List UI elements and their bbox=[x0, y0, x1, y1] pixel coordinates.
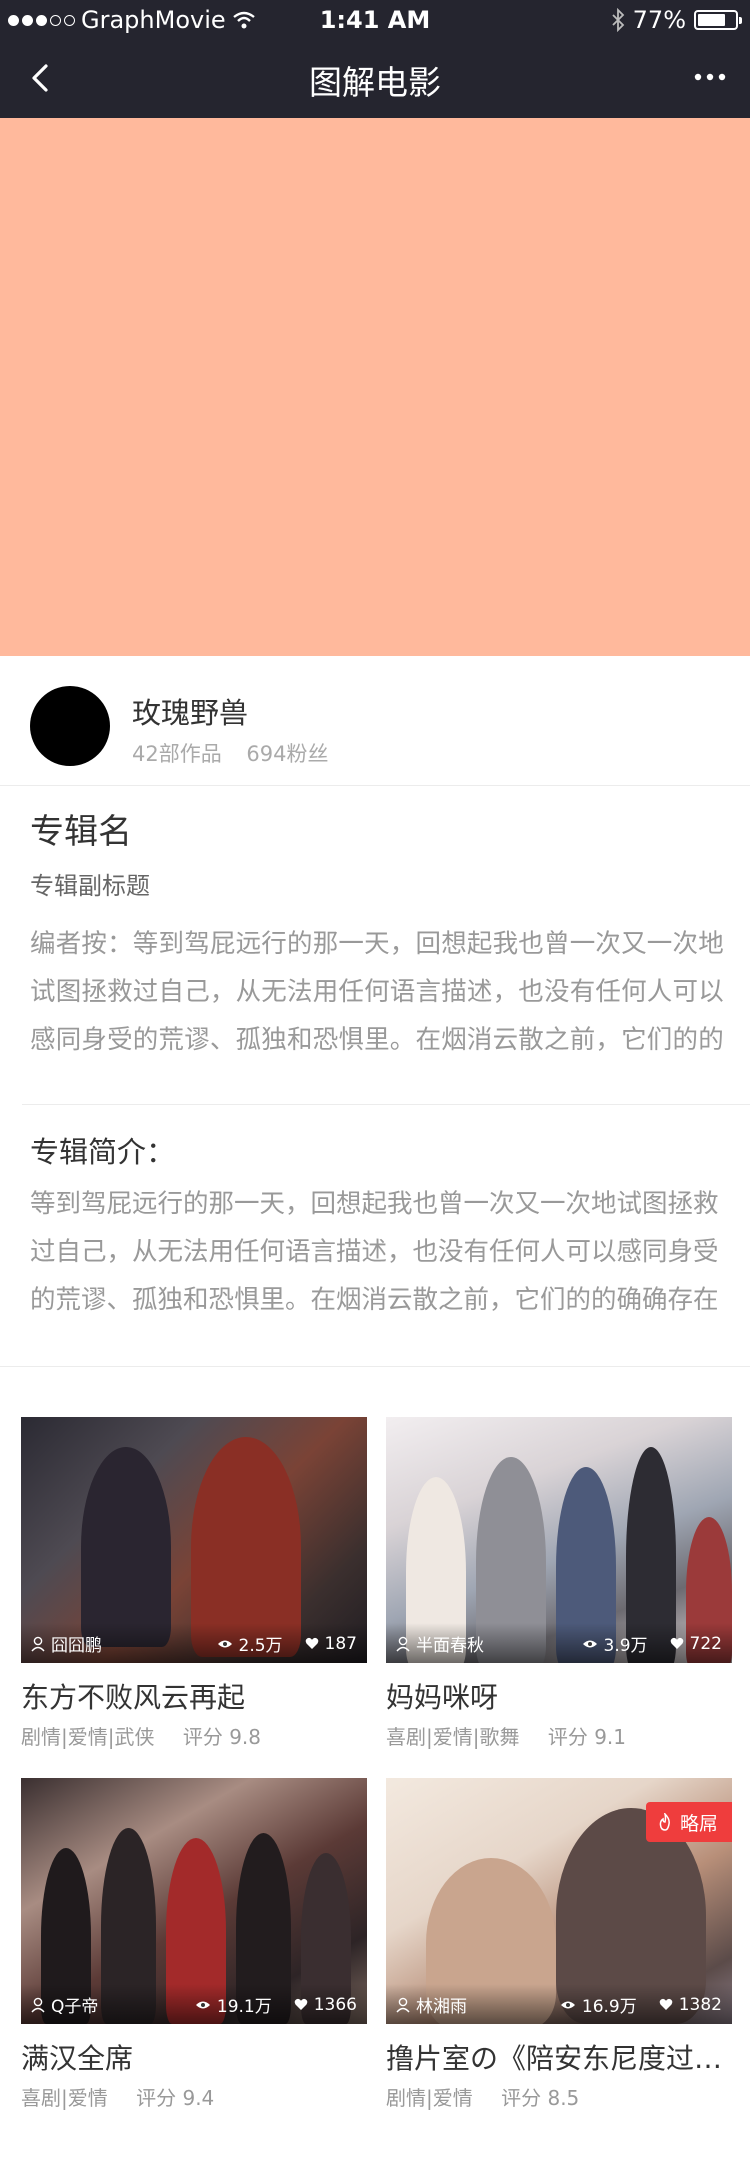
movie-title[interactable]: 满汉全席 bbox=[21, 2040, 367, 2078]
movie-score: 评分 9.1 bbox=[547, 1725, 627, 1749]
eye-icon bbox=[195, 2001, 210, 2008]
flame-icon bbox=[659, 1813, 670, 1831]
author-works-count: 42部作品 bbox=[132, 742, 222, 766]
poster-author-name: Q子帝 bbox=[51, 1997, 99, 2017]
poster-author: 林湘雨 bbox=[396, 1992, 467, 2017]
heart-icon bbox=[659, 1998, 673, 2010]
author-row[interactable]: 玫瑰野兽 42部作品 694粉丝 bbox=[0, 656, 750, 786]
poster-author-name: 林湘雨 bbox=[416, 1997, 467, 2017]
avatar[interactable] bbox=[30, 686, 110, 766]
poster-author: Q子帝 bbox=[31, 1992, 98, 2017]
author-name[interactable]: 玫瑰野兽 bbox=[132, 690, 248, 732]
movie-score: 评分 9.4 bbox=[136, 2086, 215, 2110]
album-intro: 专辑简介： 等到驾屁远行的那一天，回想起我也曾一次又一次地试图拯救过自己，从无法… bbox=[30, 1132, 730, 1324]
bluetooth-icon bbox=[612, 8, 624, 32]
movie-meta: 喜剧|爱情|歌舞 评分 9.1 bbox=[386, 1723, 732, 1751]
heart-icon bbox=[670, 1637, 683, 1649]
view-count: 3.9万 bbox=[603, 1636, 648, 1656]
album-intro-heading: 专辑简介： bbox=[30, 1135, 176, 1169]
divider bbox=[0, 1366, 750, 1367]
movie-meta: 喜剧|爱情 评分 9.4 bbox=[21, 2084, 367, 2112]
movie-title[interactable]: 东方不败风云再起 bbox=[21, 1679, 367, 1717]
eye-icon bbox=[582, 1640, 597, 1647]
author-meta: 42部作品 694粉丝 bbox=[132, 738, 347, 768]
badge-label: 略屌 bbox=[679, 1812, 718, 1835]
hot-badge: 略屌 bbox=[645, 1802, 732, 1842]
page-title: 图解电影 bbox=[309, 63, 441, 102]
movie-tags: 剧情|爱情 bbox=[386, 2086, 473, 2110]
movie-poster[interactable]: Q子帝 19.1万 1366 bbox=[21, 1778, 367, 2024]
album-intro-text: 等到驾屁远行的那一天，回想起我也曾一次又一次地试图拯救过自己，从无法用任何语言描… bbox=[30, 1189, 719, 1315]
status-bar: GraphMovie 1:41 AM 77% bbox=[0, 0, 750, 40]
movie-card[interactable]: Q子帝 19.1万 1366 满汉全席 喜剧|爱情 评分 9.4 bbox=[21, 1778, 367, 2112]
poster-author: 囧囧鹏 bbox=[31, 1631, 102, 1656]
movie-tags: 喜剧|爱情 bbox=[21, 2086, 108, 2110]
album-cover-image bbox=[0, 118, 750, 656]
user-icon bbox=[31, 1997, 45, 2012]
editor-note: 编者按：等到驾屁远行的那一天，回想起我也曾一次又一次地试图拯救过自己，从无法用任… bbox=[30, 929, 724, 1055]
battery-icon bbox=[694, 10, 742, 30]
movie-card[interactable]: 囧囧鹏 2.5万 187 东方不败风云再起 剧情|爱情|武侠 评分 9.8 bbox=[21, 1417, 367, 1751]
poster-stats: 2.5万 187 bbox=[217, 1631, 357, 1656]
movie-title[interactable]: 撸片室の《陪安东尼度过漫长岁月》 bbox=[386, 2040, 732, 2078]
movie-tags: 喜剧|爱情|歌舞 bbox=[386, 1725, 520, 1749]
movie-poster[interactable]: 略屌 林湘雨 16.9万 1382 bbox=[386, 1778, 732, 2024]
like-count: 1366 bbox=[313, 1994, 357, 2015]
poster-author: 半面春秋 bbox=[396, 1631, 484, 1656]
movie-score: 评分 9.8 bbox=[182, 1725, 262, 1749]
battery-percent: 77% bbox=[632, 6, 686, 34]
view-count: 19.1万 bbox=[216, 1997, 272, 2017]
album-name: 专辑名 bbox=[30, 812, 132, 852]
poster-stats: 16.9万 1382 bbox=[560, 1992, 722, 2017]
heart-icon bbox=[294, 1998, 308, 2010]
view-count: 2.5万 bbox=[238, 1636, 283, 1656]
movie-title[interactable]: 妈妈咪呀 bbox=[386, 1679, 732, 1717]
album-info: 专辑名 专辑副标题 编者按：等到驾屁远行的那一天，回想起我也曾一次又一次地试图拯… bbox=[30, 808, 730, 1064]
top-bar: GraphMovie 1:41 AM 77% 图解电影 bbox=[0, 0, 750, 118]
like-count: 187 bbox=[324, 1633, 357, 1654]
status-right: 77% bbox=[611, 6, 742, 34]
movie-meta: 剧情|爱情 评分 8.5 bbox=[386, 2084, 732, 2112]
battery-fill bbox=[698, 14, 725, 26]
poster-author-name: 囧囧鹏 bbox=[51, 1636, 102, 1656]
movie-poster[interactable]: 囧囧鹏 2.5万 187 bbox=[21, 1417, 367, 1663]
eye-icon bbox=[217, 1640, 232, 1647]
author-fans-count: 694粉丝 bbox=[246, 742, 329, 766]
user-icon bbox=[31, 1636, 45, 1651]
movie-score: 评分 8.5 bbox=[501, 2086, 580, 2110]
movie-card[interactable]: 半面春秋 3.9万 722 妈妈咪呀 喜剧|爱情|歌舞 评分 9.1 bbox=[386, 1417, 732, 1751]
poster-stats: 19.1万 1366 bbox=[195, 1992, 357, 2017]
eye-icon bbox=[560, 2001, 575, 2008]
like-count: 1382 bbox=[678, 1994, 722, 2015]
like-count: 722 bbox=[689, 1633, 722, 1654]
movie-tags: 剧情|爱情|武侠 bbox=[21, 1725, 155, 1749]
divider bbox=[22, 1104, 750, 1105]
view-count: 16.9万 bbox=[581, 1997, 637, 2017]
user-icon bbox=[396, 1636, 410, 1651]
movie-card[interactable]: 略屌 林湘雨 16.9万 1382 撸片室の《陪安东尼度过漫长岁月》 剧情|爱情… bbox=[386, 1778, 732, 2112]
album-subtitle: 专辑副标题 bbox=[30, 872, 150, 900]
poster-author-name: 半面春秋 bbox=[416, 1636, 484, 1656]
nav-bar: 图解电影 bbox=[0, 40, 750, 118]
poster-stats: 3.9万 722 bbox=[582, 1631, 722, 1656]
movie-poster[interactable]: 半面春秋 3.9万 722 bbox=[386, 1417, 732, 1663]
movie-meta: 剧情|爱情|武侠 评分 9.8 bbox=[21, 1723, 367, 1751]
more-icon[interactable] bbox=[690, 62, 730, 92]
user-icon bbox=[396, 1997, 410, 2012]
heart-icon bbox=[305, 1637, 318, 1649]
